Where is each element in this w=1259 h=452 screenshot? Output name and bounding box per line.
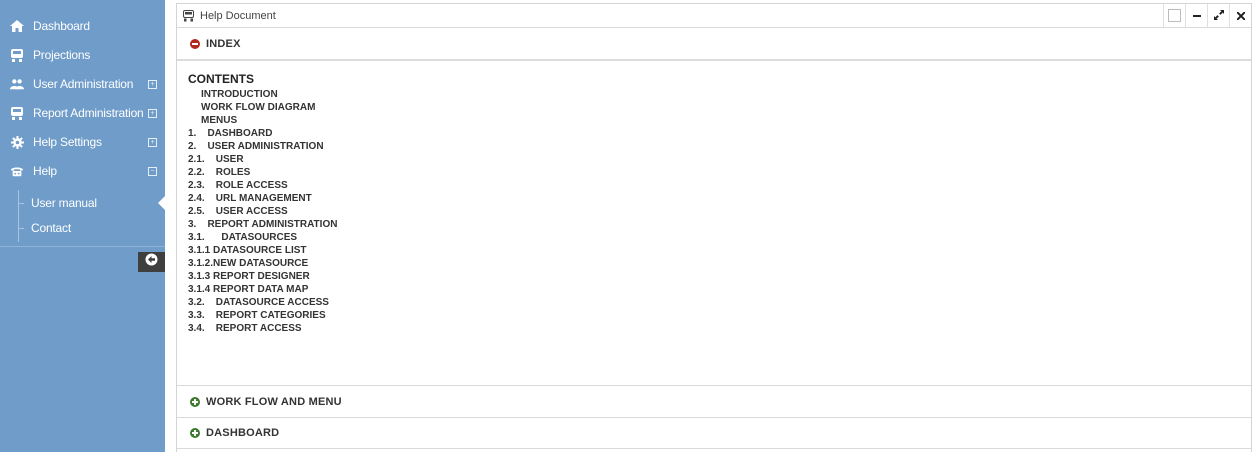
toc-entry-user-access[interactable]: 2.5. USER ACCESS <box>188 205 337 218</box>
sidebar-item-label: Dashboard <box>33 19 90 33</box>
toc-entry-report-categories[interactable]: 3.3. REPORT CATEGORIES <box>188 309 337 322</box>
sidebar-item-report-administration[interactable]: Report Administration + <box>0 99 165 127</box>
help-icon <box>10 165 24 177</box>
expand-icon[interactable]: + <box>148 137 157 147</box>
expand-icon[interactable]: + <box>148 79 157 89</box>
plus-circle-icon <box>190 396 200 407</box>
toc-entry-user-administration[interactable]: 2. USER ADMINISTRATION <box>188 140 337 153</box>
sidebar-item-label: Projections <box>33 48 91 62</box>
projector-icon <box>10 48 24 62</box>
toc-entry-report-designer[interactable]: 3.1.3 REPORT DESIGNER <box>188 270 337 283</box>
square-icon <box>1168 9 1181 22</box>
sidebar-item-user-administration[interactable]: User Administration + <box>0 70 165 98</box>
window-controls <box>1163 4 1251 27</box>
toc-entry-menus[interactable]: MENUS <box>188 114 337 127</box>
sidebar-subitem-label: User manual <box>31 196 97 210</box>
document-icon <box>183 9 195 22</box>
restore-button[interactable] <box>1163 4 1185 27</box>
toc-entry-report-administration[interactable]: 3. REPORT ADMINISTRATION <box>188 218 337 231</box>
collapse-icon[interactable]: − <box>148 166 157 176</box>
arrow-left-circle-icon <box>145 253 158 271</box>
toc-entry-work-flow-diagram[interactable]: WORK FLOW DIAGRAM <box>188 101 337 114</box>
toc-entry-dashboard[interactable]: 1. DASHBOARD <box>188 127 337 140</box>
toc-entry-report-data-map[interactable]: 3.1.4 REPORT DATA MAP <box>188 283 337 296</box>
minus-icon <box>1192 14 1201 17</box>
section-header-dashboard[interactable]: DASHBOARD <box>177 417 1251 449</box>
section-title: INDEX <box>206 37 241 50</box>
gear-icon <box>10 135 24 149</box>
sidebar-subitem-contact[interactable]: Contact <box>18 216 165 240</box>
home-icon <box>10 20 24 32</box>
maximize-button[interactable] <box>1207 4 1229 27</box>
sidebar: Dashboard Projections User Administratio… <box>0 0 165 452</box>
toc-entry-url-management[interactable]: 2.4. URL MANAGEMENT <box>188 192 337 205</box>
contents-heading: CONTENTS <box>188 72 254 86</box>
section-title: WORK FLOW AND MENU <box>206 395 342 408</box>
minus-circle-icon <box>190 38 200 49</box>
sidebar-subitem-label: Contact <box>31 221 71 235</box>
section-header-work-flow-and-menu[interactable]: WORK FLOW AND MENU <box>177 386 1251 418</box>
sidebar-item-projections[interactable]: Projections <box>0 41 165 69</box>
toc-entry-user[interactable]: 2.1. USER <box>188 153 337 166</box>
toc-entry-role-access[interactable]: 2.3. ROLE ACCESS <box>188 179 337 192</box>
close-button[interactable] <box>1229 4 1251 27</box>
toc-entry-introduction[interactable]: INTRODUCTION <box>188 88 337 101</box>
toc-entry-datasource-list[interactable]: 3.1.1 DATASOURCE LIST <box>188 244 337 257</box>
report-icon <box>10 106 24 120</box>
section-title: DASHBOARD <box>206 426 280 439</box>
sidebar-item-help[interactable]: Help − <box>0 157 165 185</box>
sidebar-item-label: Report Administration <box>33 106 144 120</box>
active-caret-icon <box>158 196 165 210</box>
sidebar-divider <box>0 246 165 247</box>
index-contents: CONTENTS INTRODUCTION WORK FLOW DIAGRAM … <box>188 72 337 335</box>
sidebar-item-label: Help Settings <box>33 135 102 149</box>
toc-entry-roles[interactable]: 2.2. ROLES <box>188 166 337 179</box>
toc-entry-datasources[interactable]: 3.1. DATASOURCES <box>188 231 337 244</box>
section-header-index[interactable]: INDEX <box>177 28 1251 61</box>
expand-arrows-icon <box>1213 7 1224 25</box>
toc-entry-report-access[interactable]: 3.4. REPORT ACCESS <box>188 322 337 335</box>
close-icon <box>1235 7 1246 25</box>
sidebar-item-label: User Administration <box>33 77 134 91</box>
plus-circle-icon <box>190 427 200 438</box>
expand-icon[interactable]: + <box>148 108 157 118</box>
minimize-button[interactable] <box>1185 4 1207 27</box>
toc-entry-datasource-access[interactable]: 3.2. DATASOURCE ACCESS <box>188 296 337 309</box>
sidebar-item-help-settings[interactable]: Help Settings + <box>0 128 165 156</box>
sidebar-collapse-button[interactable] <box>138 252 165 272</box>
panel-title: Help Document <box>200 9 276 22</box>
sidebar-item-dashboard[interactable]: Dashboard <box>0 12 165 40</box>
sidebar-item-label: Help <box>33 164 57 178</box>
help-document-panel: Help Document INDEX CONTENTS INTRODUCTIO… <box>176 3 1252 452</box>
panel-titlebar: Help Document <box>177 4 1251 28</box>
toc-entry-new-datasource[interactable]: 3.1.2.NEW DATASOURCE <box>188 257 337 270</box>
users-icon <box>10 78 24 90</box>
sidebar-subitem-user-manual[interactable]: User manual <box>18 191 165 215</box>
